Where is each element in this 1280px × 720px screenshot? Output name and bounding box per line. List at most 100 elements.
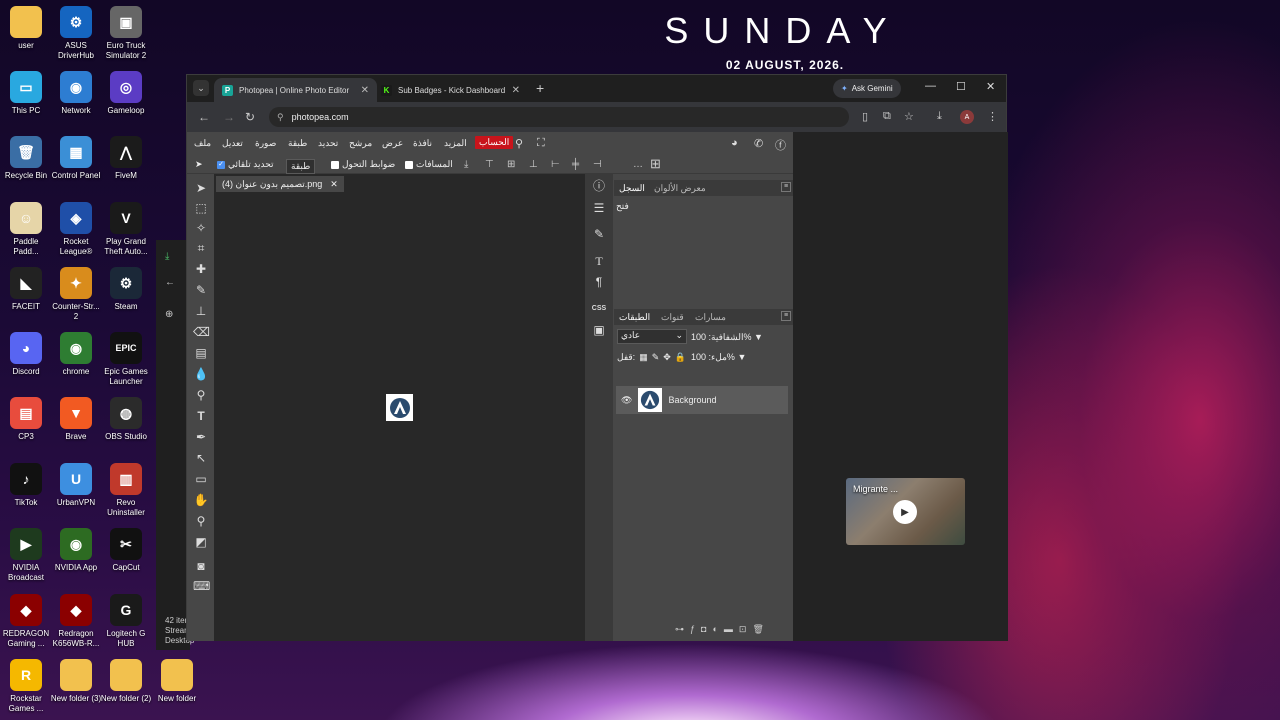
eye-icon[interactable]: 👁 [621,395,632,406]
desktop-icon[interactable]: ◉ chrome [50,332,102,377]
twitter-icon[interactable]: ✆ [754,137,763,150]
account-button[interactable]: الحساب [475,136,514,149]
menu-file[interactable]: ملف [194,138,211,149]
distances-option[interactable]: المسافات [405,159,453,170]
desktop-icon[interactable]: ◣ FACEIT [0,267,52,312]
new-tab-icon[interactable]: + [536,80,544,96]
align-left-icon[interactable]: ⊢ [551,159,560,170]
desktop-icon[interactable]: New folder [151,659,203,704]
lock-paint-icon[interactable]: ✎ [652,352,660,363]
add-mask-icon[interactable]: ◘ [701,624,706,635]
auto-select-checkbox[interactable]: ✓ [217,160,225,169]
lock-position-icon[interactable]: ✥ [663,352,671,363]
layer-row-background[interactable]: 👁 Background [616,386,788,414]
menu-image[interactable]: صورة [255,138,276,149]
layer-select-dropdown[interactable]: طبقة [286,159,316,174]
align-bottom-icon[interactable]: ⊥ [529,159,538,170]
history-entry[interactable]: فتح [616,201,629,212]
layer-effects-icon[interactable]: ƒ [690,624,695,635]
fill-control[interactable]: ملء: 100% ▼ [691,352,746,363]
marquee-tool-icon[interactable]: ⬚ [193,200,209,216]
desktop-icon[interactable]: 🗑 Recycle Bin [0,136,52,181]
tab-swatches[interactable]: معرض الألوان [654,183,706,194]
desktop-icon[interactable]: ◍ OBS Studio [100,397,152,442]
menu-more[interactable]: المزيد [444,138,467,149]
healing-brush-icon[interactable]: ✚ [193,261,209,277]
facebook-icon[interactable]: ⓕ [775,137,786,153]
desktop-icon[interactable]: ◉ Network [50,71,102,116]
transform-controls-option[interactable]: ضوابط التحول [331,159,395,170]
move-tool-icon[interactable]: ➤ [193,180,209,196]
menu-filter[interactable]: مرشح [349,138,372,149]
desktop-icon[interactable]: EPIC Epic Games Launcher [100,332,152,387]
desktop-icon[interactable]: ✦ Counter-Str... 2 [50,267,102,322]
desktop-icon[interactable]: ♪ TikTok [0,463,52,508]
align-download-icon[interactable]: ⤓ [464,159,468,170]
close-tab-icon[interactable]: ✕ [361,85,369,96]
search-icon[interactable]: ⚲ [515,137,523,150]
menu-view[interactable]: عرض [382,138,403,149]
menu-window[interactable]: نافذة [413,138,432,149]
tab-paths[interactable]: مسارات [695,312,726,323]
document-tab[interactable]: (4) تصميم بدون عنوان.png ✕ [216,176,344,192]
close-document-icon[interactable]: ✕ [330,179,338,190]
brush-tool-icon[interactable]: ✎ [193,282,209,298]
align-top-icon[interactable]: ⊤ [485,159,494,170]
bookmark-star-icon[interactable]: ☆ [904,110,914,123]
css-panel-icon[interactable]: CSS [590,300,608,318]
menu-select[interactable]: تحديد [318,138,338,149]
pen-tool-icon[interactable]: ✒ [193,429,209,445]
desktop-icon[interactable]: ▦ Control Panel [50,136,102,181]
desktop-icon[interactable]: ◆ REDRAGON Gaming ... [0,594,52,649]
desktop-icon[interactable]: ▶ NVIDIA Broadcast [0,528,52,583]
desktop-icon[interactable]: V Play Grand Theft Auto... [100,202,152,257]
desktop-icon[interactable]: ▼ Brave [50,397,102,442]
more-options-icon[interactable]: … [633,159,643,170]
desktop-icon[interactable]: U UrbanVPN [50,463,102,508]
transform-controls-checkbox[interactable] [331,160,339,169]
keyboard-icon[interactable]: ⌨ [193,578,210,594]
opacity-dropdown-icon[interactable]: ▼ [754,332,763,342]
downloads-icon[interactable]: ⤓ [937,110,942,123]
document-area[interactable]: (4) تصميم بدون عنوان.png ✕ [214,174,585,641]
color-swatches-icon[interactable]: ◩ [193,534,209,550]
stamp-tool-icon[interactable]: ⊥ [193,303,209,319]
adjustment-layer-icon[interactable]: ◐ [712,624,717,635]
opacity-control[interactable]: الشفافية: 100% ▼ [691,332,763,343]
minimize-icon[interactable]: — [925,80,936,92]
close-tab-icon[interactable]: ✕ [512,85,520,96]
desktop-icon[interactable]: ▣ Euro Truck Simulator 2 [100,6,152,61]
hand-tool-icon[interactable]: ✋ [193,492,209,508]
blend-mode-select[interactable]: عادي ⌄ [617,329,687,344]
brush-settings-icon[interactable]: ✎ [590,225,608,243]
crop-tool-icon[interactable]: ⌗ [193,240,209,256]
desktop-icon[interactable]: ✂ CapCut [100,528,152,573]
more-menu-icon[interactable]: ⋮ [987,110,998,123]
character-icon[interactable]: T [590,252,608,270]
desktop-icon[interactable]: ☺ Paddle Padd... [0,202,52,257]
reddit-icon[interactable]: ◕ [731,137,738,149]
adjustments-icon[interactable]: ☰ [590,199,608,217]
profile-avatar[interactable]: A [960,110,974,124]
maximize-icon[interactable]: ☐ [956,80,966,93]
video-popup[interactable]: Migrante ... ▶ [846,478,965,545]
grid-icon[interactable]: ⊞ [650,156,661,172]
align-middle-icon[interactable]: ⊞ [507,159,515,170]
tab-channels[interactable]: قنوات [661,312,684,323]
desktop-icon[interactable]: ⋀ FiveM [100,136,152,181]
desktop-icon[interactable]: ◆ Redragon K656WB-R... [50,594,102,649]
eraser-tool-icon[interactable]: ⌫ [193,324,210,340]
info-icon[interactable]: ⓘ [590,177,608,195]
gradient-tool-icon[interactable]: ▤ [193,345,209,361]
file-explorer-window-edge[interactable]: ⤓ ← ⊕ 42 iter Stream Desktop [156,240,194,650]
canvas-image[interactable] [386,394,413,421]
desktop-icon[interactable]: ▤ CP3 [0,397,52,442]
page-icon[interactable]: ▯ [862,110,868,123]
lock-transparency-icon[interactable]: ▦ [639,352,648,363]
delete-layer-icon[interactable]: 🗑 [752,624,763,635]
shape-tool-icon[interactable]: ▭ [193,471,209,487]
reload-icon[interactable]: ↻ [245,110,255,124]
desktop-icon[interactable]: G Logitech G HUB [100,594,152,649]
tab-history[interactable]: السجل [619,183,645,194]
image-panel-icon[interactable]: ▣ [590,321,608,339]
